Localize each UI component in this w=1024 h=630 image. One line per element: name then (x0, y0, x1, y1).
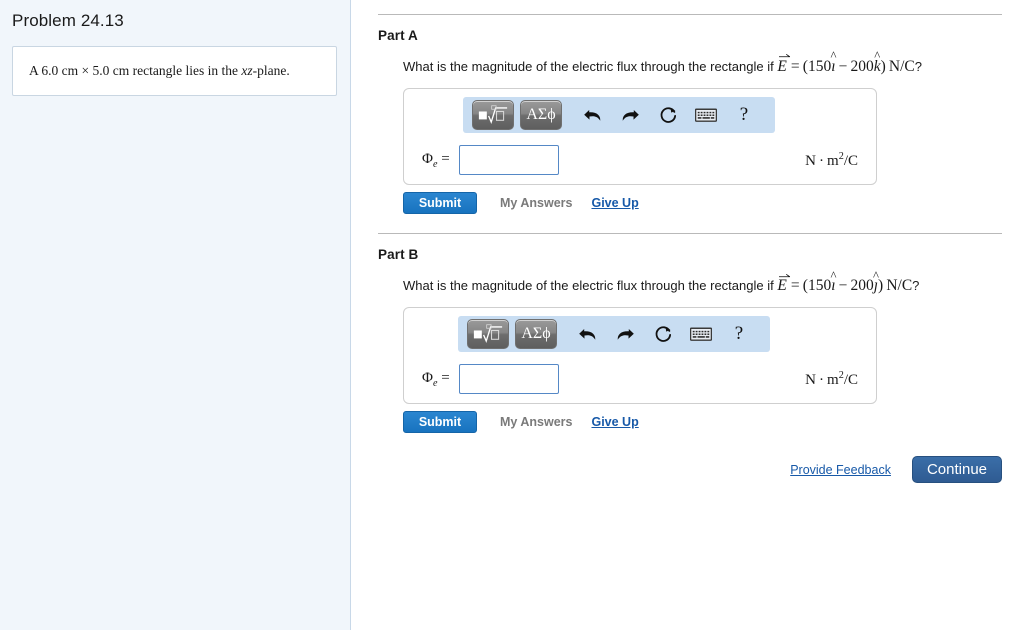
part-b-question-prefix: What is the magnitude of the electric fl… (403, 278, 778, 294)
sqrt-template-button[interactable] (467, 319, 509, 350)
part-a-question-suffix: ? (914, 59, 922, 74)
part-b-question: What is the magnitude of the electric fl… (403, 268, 1002, 296)
unit-vector-i-hat: ı ^ (830, 49, 837, 75)
reset-icon[interactable] (644, 319, 682, 349)
unit-vector-k-hat: k ^ (873, 49, 881, 75)
problem-dimension-1: 6.0 cm (41, 63, 79, 78)
keyboard-glyph (690, 327, 712, 341)
problem-text-middle: rectangle lies in the (129, 63, 242, 78)
minus-sign: − (838, 58, 848, 75)
part-b-label: Part B (378, 247, 419, 263)
coefficient-1: 150 (807, 277, 832, 295)
part-b-formula: E = (150ı ^ − 200ȷ ^) N/C (777, 268, 913, 296)
part-b-answer-row: Φe = N · m2/C (404, 364, 876, 395)
part-a-question-prefix: What is the magnitude of the electric fl… (403, 59, 778, 74)
greek-button-label: ΑΣϕ (521, 325, 551, 343)
part-a-math-toolbar: ΑΣϕ ? (463, 97, 775, 134)
page-title: Problem 24.13 (12, 11, 124, 30)
redo-arrow-glyph (617, 328, 634, 340)
redo-arrow-glyph (622, 109, 639, 121)
part-a-divider (378, 14, 1002, 15)
part-b-units-label: N · m2/C (805, 369, 858, 388)
hat-accent-icon: ^ (830, 268, 837, 283)
formula-units: N/C (886, 277, 913, 295)
formula-units: N/C (888, 58, 915, 75)
part-b-math-toolbar: ΑΣϕ ? (458, 316, 770, 353)
problem-dimension-2: 5.0 cm (92, 63, 130, 78)
help-label: ? (734, 323, 744, 345)
part-a-units-label: N · m2/C (805, 150, 858, 169)
equals-sign: = (790, 58, 800, 75)
problem-text-suffix: -plane. (252, 63, 290, 78)
part-b-my-answers-label[interactable]: My Answers (500, 415, 572, 429)
problem-statement-text: A 6.0 cm × 5.0 cm rectangle lies in the … (29, 62, 322, 80)
part-b-give-up-link[interactable]: Give Up (591, 415, 638, 429)
vector-e-symbol: E (777, 273, 791, 296)
greek-button-label: ΑΣϕ (526, 106, 556, 124)
coefficient-2: 200 (850, 58, 874, 75)
unit-vector-i-hat: ı ^ (830, 268, 837, 295)
close-paren: ) (880, 58, 886, 75)
problem-text-prefix: A (29, 63, 42, 78)
help-icon[interactable]: ? (720, 319, 758, 349)
main-content: Part A What is the magnitude of the elec… (351, 0, 1024, 630)
help-label: ? (739, 104, 749, 126)
part-a-answer-input[interactable] (458, 145, 559, 176)
multiplication-sign-icon: × (81, 63, 90, 78)
keyboard-glyph (695, 108, 717, 122)
part-a-question: What is the magnitude of the electric fl… (403, 49, 1002, 77)
part-b-actions: Submit My Answers Give Up (403, 411, 1002, 434)
provide-feedback-link[interactable]: Provide Feedback (790, 463, 891, 477)
vector-e-symbol: E (777, 54, 791, 77)
keyboard-icon[interactable] (687, 100, 725, 130)
sqrt-icon (478, 105, 508, 125)
hat-accent-icon: ^ (830, 49, 837, 64)
coefficient-2: 200 (850, 277, 874, 295)
undo-arrow-glyph (583, 109, 600, 121)
footer-actions: Provide Feedback Continue (378, 456, 1002, 484)
part-a-give-up-link[interactable]: Give Up (591, 196, 638, 210)
unit-vector-j-hat: ȷ ^ (873, 268, 879, 295)
help-icon[interactable]: ? (725, 100, 763, 130)
part-a-formula: E = (150ı ^ − 200k ^) N/C (777, 49, 915, 77)
greek-symbols-button[interactable]: ΑΣϕ (520, 100, 562, 131)
reset-circular-arrow-glyph (655, 326, 671, 342)
undo-arrow-glyph (578, 328, 595, 340)
part-b-divider (378, 233, 1002, 235)
minus-sign: − (838, 277, 848, 295)
problem-sidebar: Problem 24.13 A 6.0 cm × 5.0 cm rectangl… (0, 0, 351, 630)
part-a-my-answers-label[interactable]: My Answers (500, 196, 572, 210)
problem-plane-label: xz (241, 63, 253, 78)
sqrt-template-button[interactable] (472, 100, 514, 131)
hat-accent-icon: ^ (873, 268, 879, 283)
undo-icon[interactable] (568, 319, 606, 349)
part-a-answer-row: Φe = N · m2/C (404, 145, 876, 176)
continue-button[interactable]: Continue (911, 456, 1002, 484)
reset-circular-arrow-glyph (660, 107, 676, 123)
part-a-label: Part A (378, 28, 418, 43)
greek-symbols-button[interactable]: ΑΣϕ (515, 319, 557, 350)
problem-statement-box: A 6.0 cm × 5.0 cm rectangle lies in the … (12, 46, 337, 97)
part-b-answer-input[interactable] (458, 364, 559, 395)
hat-accent-icon: ^ (874, 49, 881, 64)
part-a-answer-symbol: Φe = (422, 150, 450, 170)
undo-icon[interactable] (573, 100, 611, 130)
reset-icon[interactable] (649, 100, 687, 130)
part-a-answer-card: ΑΣϕ ? Φe = N · m2/C (403, 88, 877, 186)
page-root: Problem 24.13 A 6.0 cm × 5.0 cm rectangl… (0, 0, 1024, 630)
keyboard-icon[interactable] (682, 319, 720, 349)
part-a-section: Part A What is the magnitude of the elec… (351, 28, 1024, 215)
part-a-submit-button[interactable]: Submit (403, 192, 477, 215)
sqrt-icon (473, 324, 503, 344)
coefficient-1: 150 (807, 58, 832, 75)
part-b-question-suffix: ? (912, 278, 920, 294)
equals-sign: = (790, 277, 800, 295)
redo-icon[interactable] (611, 100, 649, 130)
part-b-section: Part B What is the magnitude of the elec… (351, 247, 1024, 434)
part-b-answer-symbol: Φe = (422, 369, 450, 389)
part-b-answer-card: ΑΣϕ ? Φe = N · m2/C (403, 307, 877, 405)
part-b-submit-button[interactable]: Submit (403, 411, 477, 434)
redo-icon[interactable] (606, 319, 644, 349)
part-a-actions: Submit My Answers Give Up (403, 192, 1002, 215)
